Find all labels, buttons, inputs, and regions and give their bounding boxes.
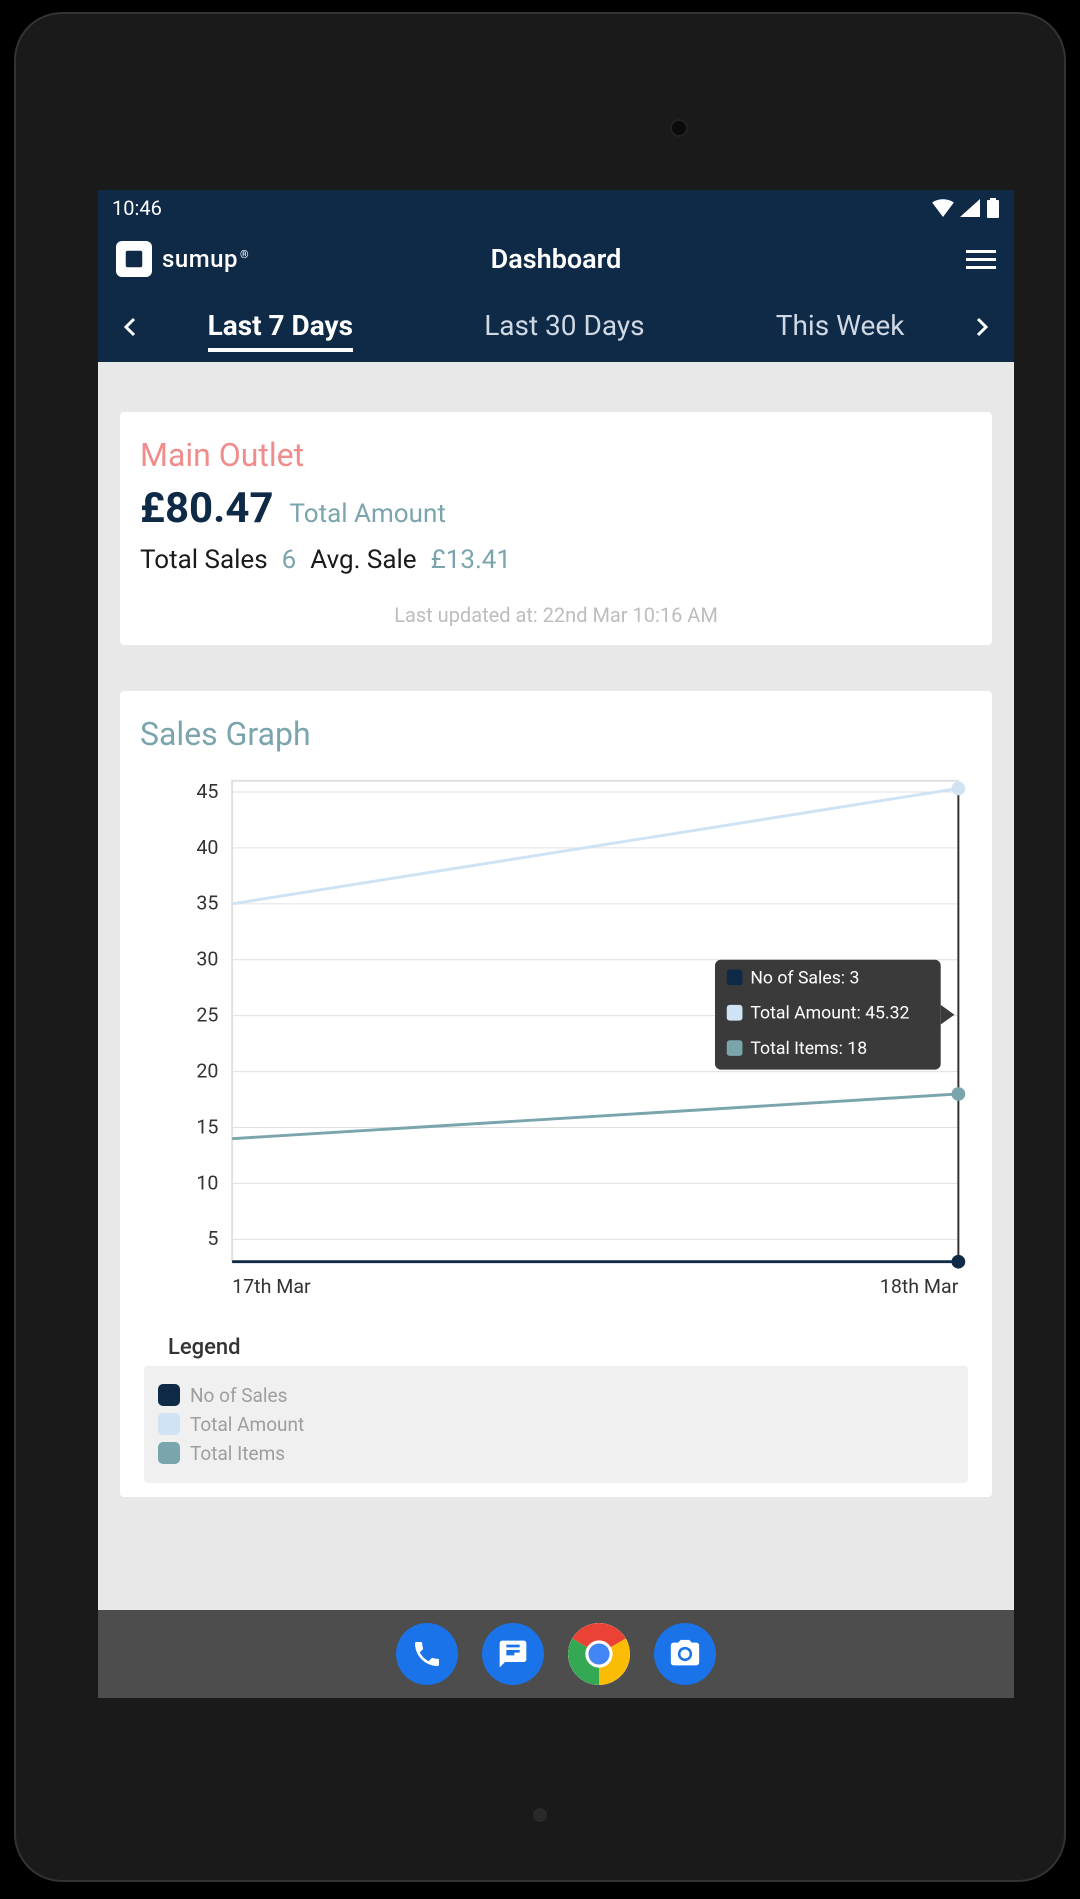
- legend: No of Sales Total Amount Total Items: [144, 1366, 968, 1483]
- avg-sale-value: £13.41: [431, 545, 511, 575]
- chart-card: Sales Graph 5 10 15 20 25 30 35 40 45 17th Mar 18t…: [120, 691, 992, 1497]
- legend-swatch: [158, 1384, 180, 1406]
- brand-logo[interactable]: [116, 241, 152, 277]
- svg-text:18th Mar: 18th Mar: [880, 1275, 959, 1298]
- svg-text:25: 25: [196, 1004, 218, 1027]
- legend-swatch: [158, 1442, 180, 1464]
- tablet-home-indicator: [533, 1808, 547, 1822]
- chevron-left-icon[interactable]: [118, 315, 142, 339]
- status-time: 10:46: [112, 196, 162, 220]
- legend-label: Total Amount: [190, 1413, 304, 1436]
- messages-app-icon[interactable]: [482, 1623, 544, 1685]
- total-sales-label: Total Sales: [140, 545, 268, 575]
- tab-last-30-days[interactable]: Last 30 Days: [484, 303, 644, 352]
- svg-text:30: 30: [196, 948, 218, 971]
- chart-svg: 5 10 15 20 25 30 35 40 45 17th Mar 18th Mar No of S…: [134, 771, 978, 1321]
- legend-swatch: [158, 1413, 180, 1435]
- content: Main Outlet £80.47 Total Amount Total Sa…: [98, 362, 1014, 1497]
- legend-label: Total Items: [190, 1442, 285, 1465]
- svg-text:20: 20: [196, 1059, 218, 1082]
- last-updated: Last updated at: 22nd Mar 10:16 AM: [140, 603, 972, 627]
- svg-text:17th Mar: 17th Mar: [232, 1275, 311, 1298]
- svg-text:40: 40: [196, 836, 218, 859]
- svg-text:35: 35: [196, 892, 218, 915]
- legend-label: No of Sales: [190, 1384, 287, 1407]
- menu-icon[interactable]: [966, 250, 996, 269]
- total-amount-label: Total Amount: [290, 499, 446, 529]
- outlet-name: Main Outlet: [140, 436, 972, 474]
- tablet-camera: [670, 119, 688, 137]
- camera-app-icon[interactable]: [654, 1623, 716, 1685]
- avg-sale-label: Avg. Sale: [310, 545, 416, 575]
- tab-last-7-days[interactable]: Last 7 Days: [208, 303, 353, 352]
- total-sales-value: 6: [282, 545, 297, 575]
- legend-item-items: Total Items: [158, 1442, 954, 1465]
- legend-item-sales: No of Sales: [158, 1384, 954, 1407]
- chrome-app-icon[interactable]: [568, 1623, 630, 1685]
- svg-text:5: 5: [207, 1227, 218, 1250]
- svg-text:45: 45: [196, 780, 218, 803]
- tablet-frame: 10:46 sumup ® Dashboard Last 7 Days Last…: [14, 12, 1066, 1882]
- screen: 10:46 sumup ® Dashboard Last 7 Days Last…: [98, 190, 1014, 1698]
- status-bar: 10:46: [98, 190, 1014, 226]
- wifi-icon: [932, 199, 954, 217]
- total-amount-value: £80.47: [140, 484, 274, 533]
- tab-this-week[interactable]: This Week: [776, 303, 905, 352]
- svg-text:No of Sales: 3: No of Sales: 3: [750, 968, 859, 988]
- sales-chart[interactable]: 5 10 15 20 25 30 35 40 45 17th Mar 18th Mar No of S…: [134, 771, 978, 1321]
- signal-icon: [960, 199, 980, 217]
- svg-text:10: 10: [196, 1171, 218, 1194]
- legend-title: Legend: [168, 1335, 978, 1360]
- legend-item-amount: Total Amount: [158, 1413, 954, 1436]
- svg-text:Total Amount: 45.32: Total Amount: 45.32: [750, 1004, 909, 1024]
- app-bar: sumup ® Dashboard: [98, 226, 1014, 292]
- system-dock: [98, 1610, 1014, 1698]
- brand-text: sumup: [162, 245, 238, 273]
- svg-text:15: 15: [196, 1115, 218, 1138]
- svg-text:Total Items: 18: Total Items: 18: [750, 1039, 867, 1059]
- phone-app-icon[interactable]: [396, 1623, 458, 1685]
- chevron-right-icon[interactable]: [970, 315, 994, 339]
- page-title: Dashboard: [491, 243, 622, 275]
- summary-card: Main Outlet £80.47 Total Amount Total Sa…: [120, 412, 992, 645]
- date-range-tabs: Last 7 Days Last 30 Days This Week: [98, 292, 1014, 362]
- chart-title: Sales Graph: [134, 715, 978, 753]
- battery-icon: [986, 198, 1000, 218]
- status-icons: [932, 198, 1000, 218]
